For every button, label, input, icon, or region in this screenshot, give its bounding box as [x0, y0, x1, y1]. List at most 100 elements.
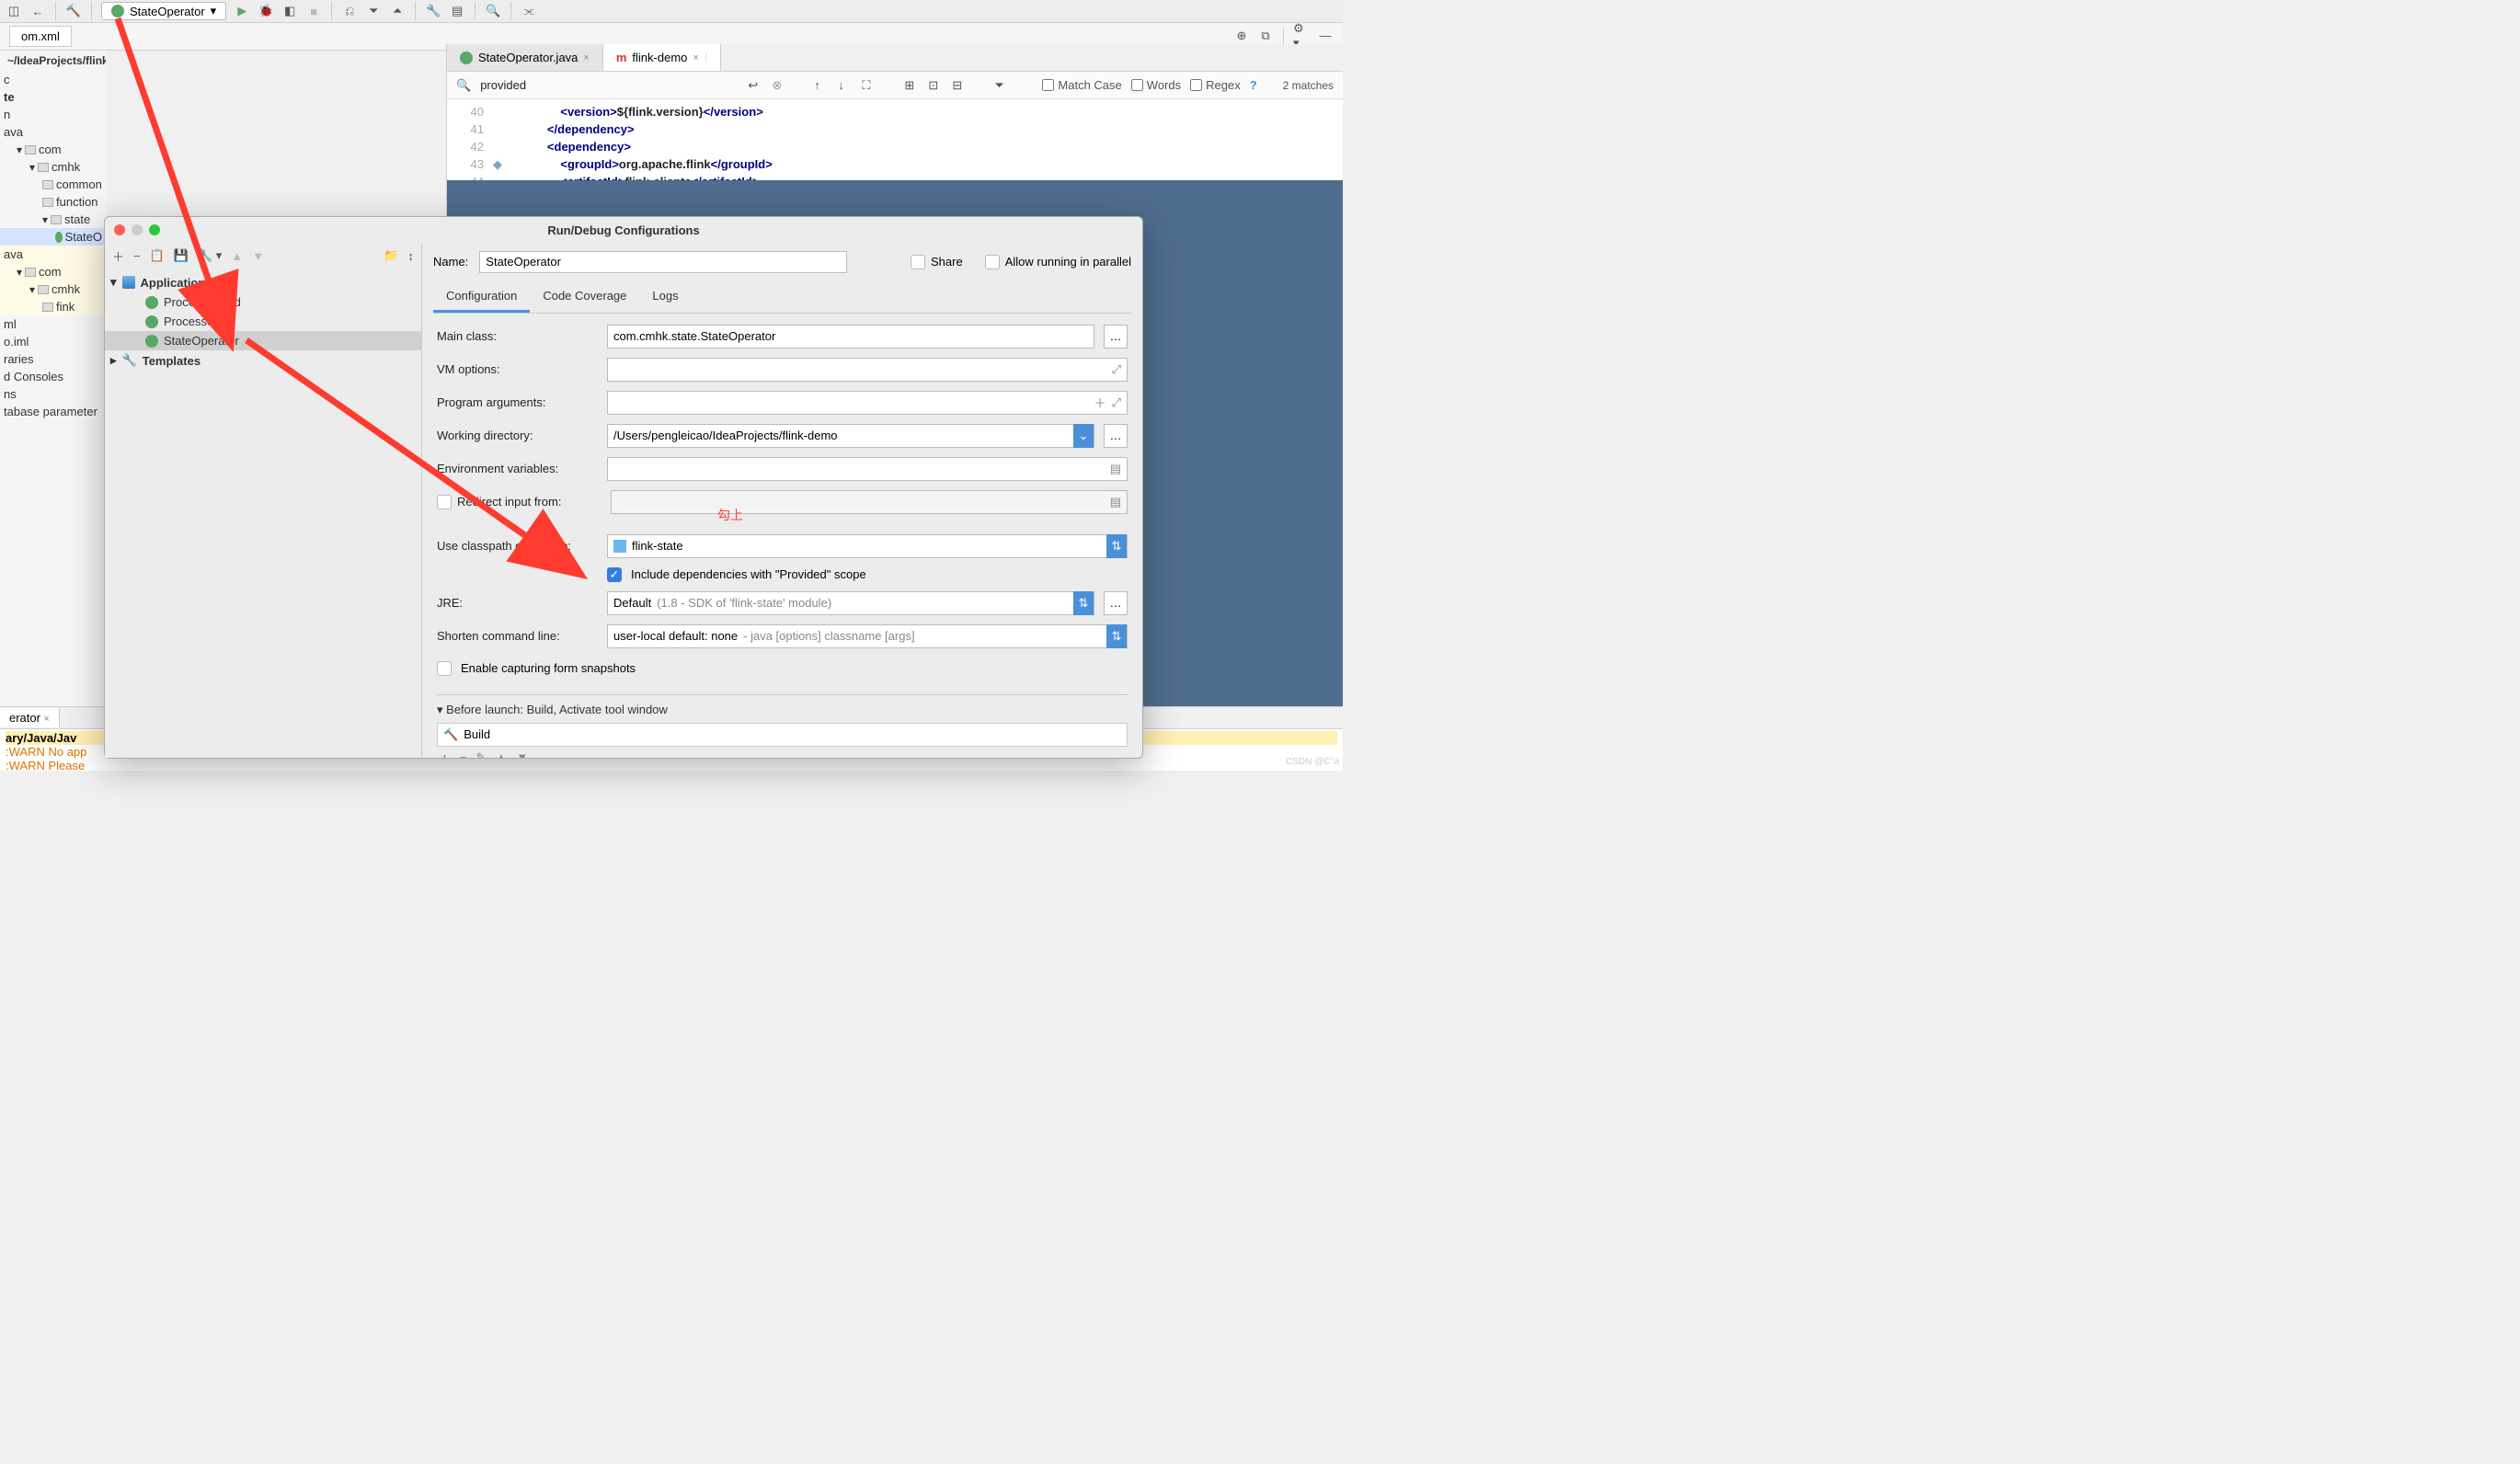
up-icon[interactable]: ▲ [231, 249, 243, 263]
tab-coverage[interactable]: Code Coverage [530, 281, 639, 313]
remove-selection-icon[interactable]: ⊟ [952, 78, 967, 93]
wrench-icon[interactable]: 🔧 [425, 3, 441, 19]
select-all-icon[interactable]: ⛶ [862, 78, 876, 93]
minimize-window-icon[interactable] [132, 224, 143, 235]
copy-config-icon[interactable]: 📋 [150, 248, 165, 263]
tab-logs[interactable]: Logs [639, 281, 691, 313]
tree-item[interactable]: function [0, 193, 106, 211]
match-case-check[interactable]: Match Case [1042, 78, 1121, 92]
tree-item[interactable]: ▾ com [0, 263, 106, 280]
vcs-icon-1[interactable]: ⎌ [341, 3, 358, 19]
collapse-icon[interactable]: ▾ [437, 703, 443, 716]
tree-group-application[interactable]: ▾ Application [105, 272, 421, 292]
edit-task-icon[interactable]: ✎ [476, 750, 487, 758]
run-icon[interactable]: ▶ [234, 3, 250, 19]
vm-options-field[interactable]: ⤢ [607, 358, 1128, 382]
down-icon[interactable]: ▼ [516, 750, 528, 758]
tree-item[interactable]: common [0, 176, 106, 193]
dropdown-icon[interactable]: ⇅ [1073, 591, 1094, 615]
tree-item[interactable]: ava [0, 246, 106, 263]
env-vars-field[interactable]: ▤ [607, 457, 1128, 481]
sel-all-icon[interactable]: ⊡ [928, 78, 943, 93]
editor-tab[interactable]: StateOperator.java × [447, 44, 603, 71]
dropdown-icon[interactable]: ⌄ [1073, 424, 1094, 448]
tree-item[interactable]: fink [0, 298, 106, 315]
close-icon[interactable]: × [693, 52, 698, 63]
tree-item[interactable]: StateOperator [105, 331, 421, 350]
tree-item[interactable]: ▾ cmhk [0, 280, 106, 298]
main-class-field[interactable] [607, 325, 1094, 349]
debug-icon[interactable]: 🐞 [258, 3, 274, 19]
pin-icon[interactable]: ! [704, 51, 708, 64]
search-icon[interactable]: 🔍 [485, 3, 501, 19]
help-icon[interactable]: ? [1250, 78, 1257, 92]
coverage-icon[interactable]: ◧ [281, 3, 298, 19]
browse-button[interactable]: … [1104, 591, 1128, 615]
tab-configuration[interactable]: Configuration [433, 281, 530, 313]
parallel-check[interactable]: Allow running in parallel [985, 255, 1131, 269]
prev-match-icon[interactable]: ↑ [814, 78, 829, 92]
shorten-field[interactable]: user-local default: none - java [options… [607, 624, 1128, 648]
sort-icon[interactable]: ↕ [408, 249, 415, 263]
tree-item[interactable]: raries [0, 350, 106, 368]
save-config-icon[interactable]: 💾 [174, 248, 189, 263]
jre-field[interactable]: Default (1.8 - SDK of 'flink-state' modu… [607, 591, 1094, 615]
wrench-icon[interactable]: 🔧 ▾ [198, 248, 222, 263]
before-launch-list[interactable]: 🔨 Build [437, 723, 1128, 747]
add-selection-icon[interactable]: ⊞ [904, 78, 919, 93]
down-icon[interactable]: ▼ [252, 249, 264, 263]
classpath-field[interactable]: ⇅ [607, 534, 1128, 558]
maximize-window-icon[interactable] [149, 224, 160, 235]
run-config-selector[interactable]: StateOperator ▾ [101, 2, 226, 20]
name-field[interactable] [479, 251, 847, 273]
tree-item[interactable]: d Consoles [0, 368, 106, 385]
snapshots-check[interactable] [437, 661, 452, 676]
tree-item[interactable]: ava [0, 123, 106, 141]
include-deps-check[interactable]: ✓ [607, 567, 622, 582]
add-config-icon[interactable]: ＋ [112, 247, 124, 265]
search-input[interactable] [480, 78, 739, 92]
editor-tab[interactable]: m flink-demo × ! [603, 44, 722, 71]
struct-icon[interactable]: ⫘ [521, 3, 537, 19]
tree-item[interactable]: c [0, 71, 106, 88]
redirect-check[interactable] [437, 495, 452, 509]
open-icon[interactable]: ◫ [6, 3, 22, 19]
tree-item[interactable]: n [0, 106, 106, 123]
close-window-icon[interactable] [114, 224, 125, 235]
close-icon[interactable]: × [583, 52, 589, 63]
tree-item[interactable]: ▾ com [0, 141, 106, 158]
tree-item[interactable]: ▾ cmhk [0, 158, 106, 176]
program-args-field[interactable]: ＋⤢ [607, 391, 1128, 415]
browse-button[interactable]: … [1104, 424, 1128, 448]
tree-item[interactable]: ProcessState [105, 312, 421, 331]
up-icon[interactable]: ▲ [496, 750, 508, 758]
collapse-icon[interactable]: ⧉ [1257, 28, 1274, 44]
remove-config-icon[interactable]: − [133, 249, 141, 263]
tree-item[interactable]: ProcessKeyed [105, 292, 421, 312]
words-check[interactable]: Words [1131, 78, 1181, 92]
tree-group-templates[interactable]: ▸ 🔧 Templates [105, 350, 421, 371]
plus-icon[interactable]: ＋ [1094, 394, 1106, 411]
browse-button[interactable]: … [1104, 325, 1128, 349]
back-icon[interactable]: ← [29, 3, 46, 19]
tree-item[interactable]: ▾ state [0, 211, 106, 228]
tree-item[interactable]: ns [0, 385, 106, 403]
tree-item[interactable]: o.iml [0, 333, 106, 350]
dropdown-icon[interactable]: ⇅ [1106, 534, 1127, 558]
target-icon[interactable]: ⊕ [1233, 28, 1250, 44]
dialog-titlebar[interactable]: Run/Debug Configurations [105, 217, 1142, 243]
expand-icon[interactable]: ⤢ [1112, 362, 1121, 377]
filter-icon[interactable]: ⏷ [994, 78, 1009, 93]
expand-icon[interactable]: ⤢ [1112, 395, 1121, 410]
clear-search-icon[interactable]: ⊗ [772, 78, 786, 93]
regex-check[interactable]: Regex [1190, 78, 1241, 92]
add-task-icon[interactable]: ＋ [439, 750, 451, 758]
close-icon[interactable]: × [43, 714, 49, 725]
working-dir-field[interactable]: ⌄ [607, 424, 1094, 448]
stop-icon[interactable]: ■ [305, 3, 322, 19]
remove-task-icon[interactable]: − [460, 750, 467, 758]
hide-icon[interactable]: — [1317, 28, 1334, 44]
folder-icon[interactable]: 📁 [384, 248, 398, 263]
list-icon[interactable]: ▤ [1110, 462, 1121, 476]
share-check[interactable]: Share [911, 255, 963, 269]
